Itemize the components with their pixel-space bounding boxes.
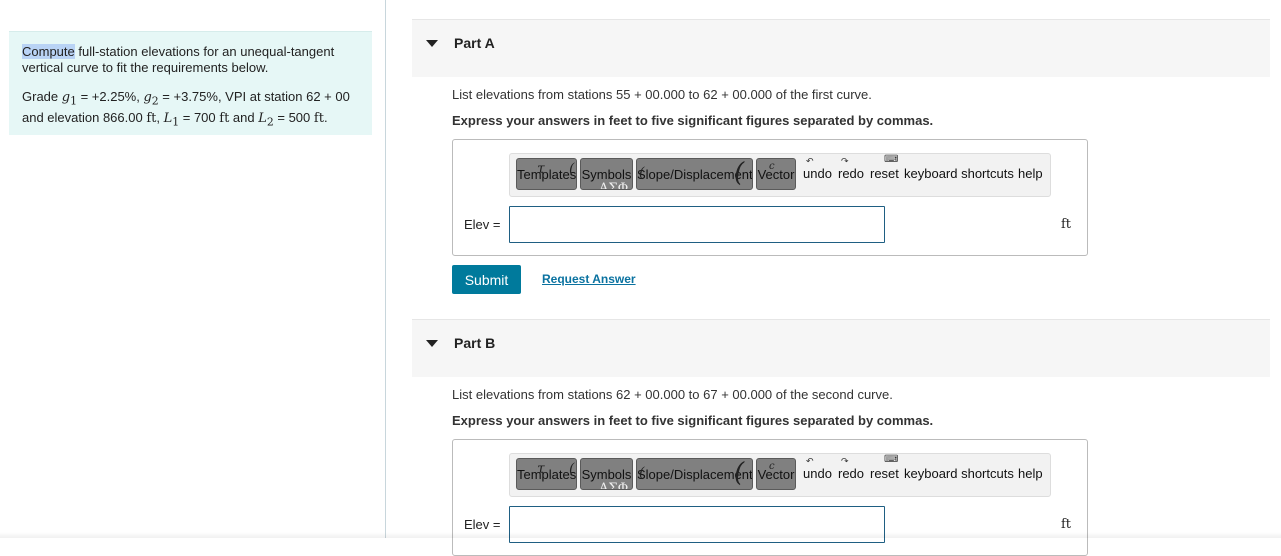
undo-icon: ↶ (806, 156, 814, 166)
problem-requirements: Grade g1 = +2.25%, g2 = +3.75%, VPI at s… (22, 89, 350, 129)
part-a-answer-box: τ( Templates ΑΣΦ Symbols (( Slope/Displa… (452, 139, 1088, 256)
undo-button[interactable]: ↶ undo (803, 456, 832, 481)
problem-pane: Compute full-station elevations for an u… (0, 0, 386, 538)
redo-button[interactable]: ↷ redo (838, 156, 864, 181)
unit-label: ft (1060, 517, 1071, 532)
keyboard-icon: ⌨ (884, 454, 899, 465)
highlighted-text: Compute (22, 44, 75, 59)
caret-down-icon[interactable] (426, 40, 438, 47)
part-b-answer-box: τ( Templates ΑΣΦ Symbols (( Slope/Displa… (452, 439, 1088, 556)
part-a-instruction: Express your answers in feet to five sig… (452, 113, 934, 128)
redo-icon: ↷ (841, 456, 849, 466)
keyboard-shortcuts-button[interactable]: ⌨ keyboard shortcuts (884, 154, 1014, 181)
caret-down-icon[interactable] (426, 340, 438, 347)
keyboard-shortcuts-button[interactable]: ⌨ keyboard shortcuts (884, 454, 1014, 481)
part-a-title: Part A (454, 35, 495, 51)
unit-label: ft (1060, 217, 1071, 232)
vector-button[interactable]: c Vector (756, 458, 796, 490)
symbols-button[interactable]: ΑΣΦ Symbols (580, 458, 633, 490)
slope-displacement-button[interactable]: (( Slope/Displacement (636, 458, 753, 490)
submit-button[interactable]: Submit (452, 265, 521, 294)
greek-symbols-icon: ΑΣΦ (599, 181, 629, 190)
part-b-title: Part B (454, 335, 496, 351)
part-b-header[interactable]: Part B (412, 319, 1270, 377)
problem-intro: Compute full-station elevations for an u… (22, 44, 335, 75)
undo-icon: ↶ (806, 456, 814, 466)
help-button[interactable]: help (1018, 166, 1043, 181)
request-answer-link[interactable]: Request Answer (542, 272, 636, 286)
greek-symbols-icon: ΑΣΦ (599, 481, 629, 490)
part-a-prompt: List elevations from stations 55 + 00.00… (452, 87, 872, 102)
vector-button[interactable]: c Vector (756, 158, 796, 190)
bottom-shadow (0, 532, 1281, 538)
math-toolbar: τ( Templates ΑΣΦ Symbols (( Slope/Displa… (509, 153, 1051, 197)
part-b-prompt: List elevations from stations 62 + 00.00… (452, 387, 893, 402)
symbols-button[interactable]: ΑΣΦ Symbols (580, 158, 633, 190)
redo-button[interactable]: ↷ redo (838, 456, 864, 481)
undo-button[interactable]: ↶ undo (803, 156, 832, 181)
reset-button[interactable]: reset (870, 466, 899, 481)
help-button[interactable]: help (1018, 466, 1043, 481)
part-a-header[interactable]: Part A (412, 19, 1270, 77)
templates-button[interactable]: τ( Templates (516, 458, 577, 490)
slope-displacement-button[interactable]: (( Slope/Displacement (636, 158, 753, 190)
elev-label: Elev = (464, 217, 501, 232)
problem-statement: Compute full-station elevations for an u… (9, 31, 372, 135)
reset-button[interactable]: reset (870, 166, 899, 181)
part-a-elev-input[interactable] (509, 206, 885, 243)
part-b-instruction: Express your answers in feet to five sig… (452, 413, 934, 428)
redo-icon: ↷ (841, 156, 849, 166)
math-toolbar: τ( Templates ΑΣΦ Symbols (( Slope/Displa… (509, 453, 1051, 497)
templates-button[interactable]: τ( Templates (516, 158, 577, 190)
elev-label: Elev = (464, 517, 501, 532)
keyboard-icon: ⌨ (884, 154, 899, 165)
